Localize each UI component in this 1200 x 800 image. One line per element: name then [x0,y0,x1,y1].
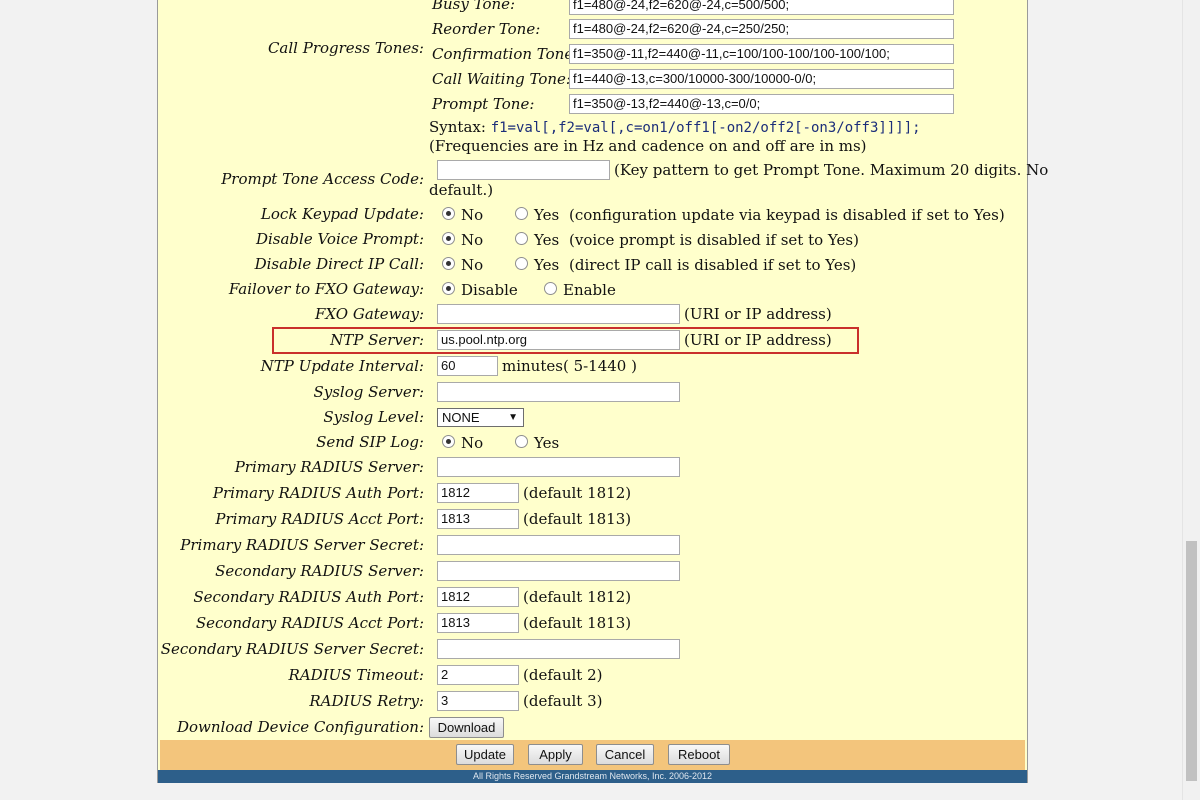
ntp-interval-hint: minutes( 5-1440 ) [502,357,637,375]
vertical-scrollbar[interactable] [1182,0,1200,800]
lock-keypad-yes-label: Yes [534,206,560,224]
secondary-radius-acct-label: Secondary RADIUS Acct Port: [195,614,424,632]
primary-radius-auth-input[interactable]: 1812 [437,483,519,503]
radius-timeout-label: RADIUS Timeout: [288,666,424,684]
send-sip-log-yes-label: Yes [534,434,560,452]
confirmation-tone-label: Confirmation Tone: [432,45,579,63]
fxo-gateway-input[interactable] [437,304,680,324]
ntp-interval-label: NTP Update Interval: [260,357,424,375]
syslog-level-select[interactable]: NONE ▼ [437,408,524,427]
secondary-radius-secret-input[interactable] [437,639,680,659]
syntax-line: Syntax: f1=val[,f2=val[,c=on1/off1[-on2/… [429,118,921,136]
failover-fxo-disable-radio[interactable] [442,282,455,295]
busy-tone-input[interactable]: f1=480@-24,f2=620@-24,c=500/500; [569,0,954,15]
syslog-server-input[interactable] [437,382,680,402]
primary-radius-secret-input[interactable] [437,535,680,555]
prompt-tone-label: Prompt Tone: [432,95,535,113]
scrollbar-thumb[interactable] [1186,541,1197,781]
disable-direct-ip-no-radio[interactable] [442,257,455,270]
primary-radius-acct-label: Primary RADIUS Acct Port: [215,510,424,528]
action-bar: Update Apply Cancel Reboot [160,740,1025,770]
secondary-radius-acct-input[interactable]: 1813 [437,613,519,633]
send-sip-log-no-radio[interactable] [442,435,455,448]
radius-timeout-hint: (default 2) [523,666,603,684]
failover-fxo-label: Failover to FXO Gateway: [228,280,424,298]
primary-radius-acct-hint: (default 1813) [523,510,632,528]
secondary-radius-server-input[interactable] [437,561,680,581]
settings-page: Call Progress Tones: Busy Tone: f1=480@-… [157,0,1048,783]
fxo-gateway-label: FXO Gateway: [314,305,424,323]
disable-voice-prompt-no-label: No [461,231,484,249]
primary-radius-server-input[interactable] [437,457,680,477]
send-sip-log-yes-radio[interactable] [515,435,528,448]
secondary-radius-auth-hint: (default 1812) [523,588,632,606]
download-button[interactable]: Download [429,717,504,738]
call-waiting-tone-label: Call Waiting Tone: [432,70,571,88]
chevron-down-icon: ▼ [508,412,518,423]
reboot-button[interactable]: Reboot [668,744,730,765]
copyright-footer: All Rights Reserved Grandstream Networks… [158,770,1027,783]
failover-fxo-disable-label: Disable [461,281,518,299]
send-sip-log-no-label: No [461,434,484,452]
ntp-server-label: NTP Server: [330,331,424,349]
call-progress-tones-label: Call Progress Tones: [267,39,424,57]
send-sip-log-label: Send SIP Log: [316,433,424,451]
reorder-tone-label: Reorder Tone: [432,20,541,38]
syntax-code: f1=val[,f2=val[,c=on1/off1[-on2/off2[-on… [490,120,921,136]
prompt-tone-input[interactable]: f1=350@-13,f2=440@-13,c=0/0; [569,94,954,114]
failover-fxo-enable-radio[interactable] [544,282,557,295]
ntp-server-hint: (URI or IP address) [684,331,832,349]
primary-radius-auth-label: Primary RADIUS Auth Port: [212,484,424,502]
primary-radius-server-label: Primary RADIUS Server: [234,458,424,476]
disable-voice-prompt-yes-radio[interactable] [515,232,528,245]
primary-radius-auth-hint: (default 1812) [523,484,632,502]
lock-keypad-hint: (configuration update via keypad is disa… [569,206,1005,224]
disable-voice-prompt-hint: (voice prompt is disabled if set to Yes) [569,231,859,249]
lock-keypad-no-label: No [461,206,484,224]
disable-direct-ip-yes-radio[interactable] [515,257,528,270]
confirmation-tone-input[interactable]: f1=350@-11,f2=440@-11,c=100/100-100/100-… [569,44,954,64]
prompt-tone-access-hint-cont: default.) [429,181,494,199]
prompt-tone-access-input[interactable] [437,160,610,180]
secondary-radius-auth-label: Secondary RADIUS Auth Port: [193,588,424,606]
update-button[interactable]: Update [456,744,514,765]
primary-radius-acct-input[interactable]: 1813 [437,509,519,529]
secondary-radius-auth-input[interactable]: 1812 [437,587,519,607]
radius-timeout-input[interactable]: 2 [437,665,519,685]
ntp-server-input[interactable]: us.pool.ntp.org [437,330,680,350]
syslog-level-value: NONE [442,410,480,425]
reorder-tone-input[interactable]: f1=480@-24,f2=620@-24,c=250/250; [569,19,954,39]
disable-direct-ip-no-label: No [461,256,484,274]
prompt-tone-access-label: Prompt Tone Access Code: [221,170,424,188]
syslog-server-label: Syslog Server: [313,383,424,401]
failover-fxo-enable-label: Enable [563,281,616,299]
radius-retry-label: RADIUS Retry: [309,692,424,710]
download-config-label: Download Device Configuration: [176,718,424,736]
disable-voice-prompt-label: Disable Voice Prompt: [255,230,424,248]
syntax-note: (Frequencies are in Hz and cadence on an… [429,137,867,155]
disable-direct-ip-label: Disable Direct IP Call: [254,255,424,273]
syslog-level-label: Syslog Level: [323,408,424,426]
radius-retry-input[interactable]: 3 [437,691,519,711]
disable-direct-ip-hint: (direct IP call is disabled if set to Ye… [569,256,857,274]
busy-tone-label: Busy Tone: [432,0,516,13]
secondary-radius-server-label: Secondary RADIUS Server: [215,562,424,580]
disable-voice-prompt-no-radio[interactable] [442,232,455,245]
prompt-tone-access-hint: (Key pattern to get Prompt Tone. Maximum… [614,161,1049,179]
disable-voice-prompt-yes-label: Yes [534,231,560,249]
ntp-interval-input[interactable]: 60 [437,356,498,376]
primary-radius-secret-label: Primary RADIUS Server Secret: [180,536,424,554]
call-waiting-tone-input[interactable]: f1=440@-13,c=300/10000-300/10000-0/0; [569,69,954,89]
fxo-gateway-hint: (URI or IP address) [684,305,832,323]
cancel-button[interactable]: Cancel [596,744,654,765]
lock-keypad-yes-radio[interactable] [515,207,528,220]
radius-retry-hint: (default 3) [523,692,603,710]
secondary-radius-secret-label: Secondary RADIUS Server Secret: [160,640,424,658]
secondary-radius-acct-hint: (default 1813) [523,614,632,632]
disable-direct-ip-yes-label: Yes [534,256,560,274]
lock-keypad-label: Lock Keypad Update: [260,205,424,223]
apply-button[interactable]: Apply [528,744,583,765]
lock-keypad-no-radio[interactable] [442,207,455,220]
syntax-prefix: Syntax: [429,118,486,136]
